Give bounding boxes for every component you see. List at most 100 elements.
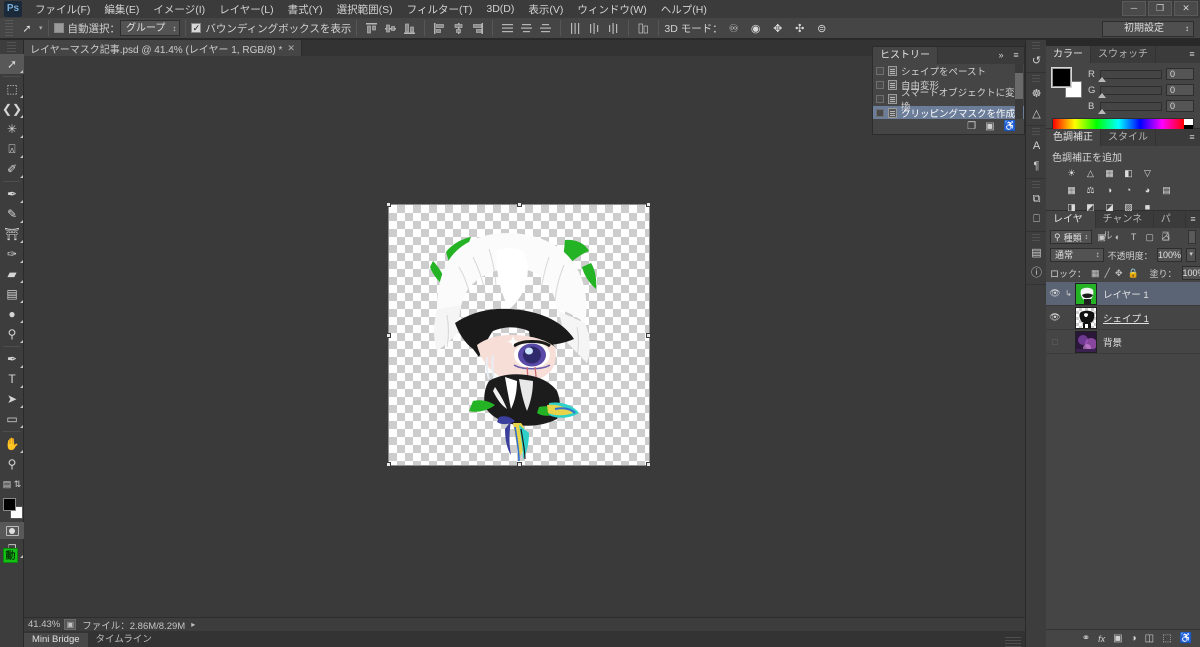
menu-window[interactable]: ウィンドウ(W) bbox=[570, 0, 653, 19]
history-snapshot-checkbox[interactable] bbox=[876, 81, 884, 89]
distribute-top-edges-icon[interactable] bbox=[500, 21, 515, 36]
character-styles-panel-icon[interactable]: ⎕ bbox=[1026, 209, 1047, 229]
history-panel-menu-icon[interactable]: ≡ bbox=[1008, 47, 1024, 64]
history-brush-tool[interactable]: ✑ bbox=[0, 244, 24, 264]
brush-tool[interactable]: ✎ bbox=[0, 204, 24, 224]
close-button[interactable]: ✕ bbox=[1174, 1, 1198, 16]
status-menu-arrow-icon[interactable]: ▸ bbox=[191, 620, 195, 629]
handle-top-center[interactable] bbox=[517, 202, 522, 207]
menu-file[interactable]: ファイル(F) bbox=[28, 0, 97, 19]
rail-grip-5[interactable] bbox=[1032, 234, 1040, 241]
opacity-field[interactable]: 100% bbox=[1156, 248, 1183, 262]
layer-style-icon[interactable]: fx bbox=[1098, 634, 1105, 644]
vibrance-icon[interactable]: ▽ bbox=[1140, 166, 1155, 180]
restore-button[interactable]: ❐ bbox=[1148, 1, 1172, 16]
move-tool-icon[interactable]: ➚ bbox=[16, 19, 38, 37]
document-preview-icon[interactable]: ▣ bbox=[64, 619, 77, 630]
auto-align-layers-icon[interactable] bbox=[636, 21, 651, 36]
layer-thumbnail[interactable] bbox=[1075, 330, 1097, 353]
handle-middle-right[interactable] bbox=[646, 333, 651, 338]
tab-swatches[interactable]: スウォッチ bbox=[1091, 46, 1156, 63]
crop-tool[interactable]: ⍓ bbox=[0, 139, 24, 159]
photo-filter-icon[interactable]: ◔ bbox=[1121, 183, 1136, 197]
handle-bottom-center[interactable] bbox=[517, 462, 522, 467]
layer-row[interactable]: □ 背景 bbox=[1046, 330, 1200, 354]
layer-thumbnail[interactable] bbox=[1075, 306, 1097, 329]
distribute-vertical-centers-icon[interactable] bbox=[519, 21, 534, 36]
tools-panel-grip[interactable] bbox=[7, 42, 16, 52]
layer-name[interactable]: 背景 bbox=[1100, 335, 1122, 349]
history-snapshot-checkbox[interactable] bbox=[876, 109, 884, 117]
history-scrollbar-thumb[interactable] bbox=[1015, 73, 1023, 99]
layer-row[interactable]: 👁 シェイプ 1 bbox=[1046, 306, 1200, 330]
spot-healing-brush-tool[interactable]: ✒ bbox=[0, 184, 24, 204]
horizontal-type-tool[interactable]: T bbox=[0, 369, 24, 389]
menu-filter[interactable]: フィルター(T) bbox=[400, 0, 480, 19]
show-bounding-box-checkbox[interactable]: ✓ bbox=[191, 23, 202, 33]
tab-layers[interactable]: レイヤー bbox=[1046, 211, 1096, 242]
color-swatches[interactable] bbox=[0, 496, 24, 522]
slide-3d-object-icon[interactable]: ✣ bbox=[789, 19, 811, 37]
distribute-horizontal-centers-icon[interactable] bbox=[587, 21, 602, 36]
actions-panel-icon[interactable]: ▤ bbox=[1026, 242, 1047, 262]
new-layer-icon[interactable]: ⬚ bbox=[1162, 633, 1171, 644]
minimize-button[interactable]: ─ bbox=[1122, 1, 1146, 16]
lock-position-icon[interactable]: ✥ bbox=[1115, 268, 1123, 279]
document-tab[interactable]: レイヤーマスク記事.psd @ 41.4% (レイヤー 1, RGB/8) * … bbox=[24, 40, 302, 56]
eraser-tool[interactable]: ▰ bbox=[0, 264, 24, 284]
lasso-tool[interactable]: ❮❯ bbox=[0, 99, 24, 119]
handle-top-right[interactable] bbox=[646, 202, 651, 207]
tab-paths[interactable]: パス bbox=[1154, 211, 1187, 242]
filter-enable-toggle[interactable] bbox=[1188, 230, 1196, 244]
tab-color[interactable]: カラー bbox=[1046, 46, 1091, 63]
quick-mask-mode-icon[interactable] bbox=[0, 522, 24, 539]
handle-middle-left[interactable] bbox=[386, 333, 391, 338]
canvas-area[interactable] bbox=[24, 56, 1025, 617]
history-collapse-icon[interactable]: » bbox=[994, 47, 1008, 64]
path-selection-tool[interactable]: ➤ bbox=[0, 389, 24, 409]
layer-row-selected[interactable]: 👁 ↳ レイヤー 1 bbox=[1046, 282, 1200, 306]
align-top-edges-icon[interactable] bbox=[364, 21, 379, 36]
lock-all-icon[interactable]: 🔒 bbox=[1128, 268, 1139, 279]
history-item[interactable]: シェイプをペースト bbox=[873, 64, 1024, 78]
menu-help[interactable]: ヘルプ(H) bbox=[654, 0, 714, 19]
filter-type-layers-icon[interactable]: T bbox=[1127, 230, 1140, 244]
rail-grip-1[interactable] bbox=[1032, 42, 1040, 49]
distribute-bottom-edges-icon[interactable] bbox=[538, 21, 553, 36]
default-colors-icon[interactable]: ▤ ⇅ bbox=[0, 474, 24, 494]
move-tool[interactable]: ➚ bbox=[0, 54, 24, 74]
color-panel-menu-icon[interactable]: ≡ bbox=[1184, 46, 1200, 63]
levels-icon[interactable]: △ bbox=[1083, 166, 1098, 180]
new-group-icon[interactable]: ◫ bbox=[1145, 633, 1154, 644]
delete-layer-icon[interactable]: ♿ bbox=[1180, 633, 1192, 644]
history-item-selected[interactable]: クリッピングマスクを作成 bbox=[873, 106, 1024, 120]
layer-thumbnail[interactable] bbox=[1075, 282, 1097, 305]
rail-grip-3[interactable] bbox=[1032, 128, 1040, 135]
clone-stamp-tool[interactable]: ⛩ bbox=[0, 224, 24, 244]
tool-preset-chevron-icon[interactable]: ▾ bbox=[39, 24, 43, 32]
lock-transparent-pixels-icon[interactable]: ▦ bbox=[1091, 268, 1100, 279]
paragraph-panel-icon[interactable]: ¶ bbox=[1026, 156, 1047, 176]
delete-state-icon[interactable]: ♿ bbox=[1004, 121, 1016, 132]
red-slider[interactable] bbox=[1098, 69, 1162, 82]
distribute-right-edges-icon[interactable] bbox=[606, 21, 621, 36]
eyedropper-tool[interactable]: ✐ bbox=[0, 159, 24, 179]
channel-mixer-icon[interactable]: ◕ bbox=[1140, 183, 1155, 197]
blend-mode-dropdown[interactable]: 通常 bbox=[1050, 248, 1104, 262]
curves-icon[interactable]: ▦ bbox=[1102, 166, 1117, 180]
menu-select[interactable]: 選択範囲(S) bbox=[330, 0, 400, 19]
dodge-tool[interactable]: ⚲ bbox=[0, 324, 24, 344]
auto-select-checkbox[interactable] bbox=[53, 23, 64, 33]
auto-select-scope-dropdown[interactable]: グループ bbox=[120, 20, 181, 36]
quick-selection-tool[interactable]: ✳ bbox=[0, 119, 24, 139]
create-new-snapshot-icon[interactable]: ▣ bbox=[985, 121, 994, 132]
align-right-edges-icon[interactable] bbox=[470, 21, 485, 36]
add-layer-mask-icon[interactable]: ▣ bbox=[1113, 633, 1122, 644]
layer-filter-kind-dropdown[interactable]: ⚲ 種類 ↕ bbox=[1050, 230, 1093, 244]
menu-image[interactable]: イメージ(I) bbox=[146, 0, 212, 19]
handle-bottom-right[interactable] bbox=[646, 462, 651, 467]
filter-smart-objects-icon[interactable]: ❑ bbox=[1159, 230, 1172, 244]
history-panel-icon[interactable]: ↺ bbox=[1026, 50, 1047, 70]
scale-3d-object-icon[interactable]: ⊜ bbox=[811, 19, 833, 37]
blue-slider[interactable] bbox=[1098, 101, 1162, 114]
